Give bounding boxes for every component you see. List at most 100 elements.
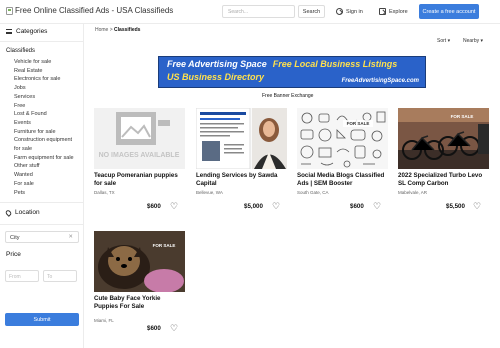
- categories-heading: Categories: [16, 28, 48, 35]
- category-item[interactable]: for sale: [14, 145, 74, 154]
- nearby-label: Nearby: [463, 38, 480, 44]
- explore-label: Explore: [389, 8, 408, 15]
- chevron-down-icon: ▾: [480, 38, 484, 44]
- category-item[interactable]: Furniture for sale: [14, 128, 74, 137]
- signin-label: Sign in: [346, 8, 363, 15]
- price-heading: Price: [6, 251, 21, 258]
- category-item[interactable]: Real Estate: [14, 67, 74, 76]
- signin-icon: [336, 8, 343, 15]
- category-item[interactable]: Electronics for sale: [14, 75, 74, 84]
- submit-button[interactable]: Submit: [5, 313, 79, 326]
- site-logo[interactable]: Free Online Classified Ads - USA Classif…: [6, 6, 173, 15]
- listing-image[interactable]: FOR SALE: [398, 108, 489, 169]
- heart-icon[interactable]: ♡: [373, 202, 381, 211]
- listing-location: Miami, FL: [94, 318, 114, 323]
- category-item[interactable]: Services: [14, 93, 74, 102]
- social-media-doodle-image: FOR SALE: [300, 111, 386, 168]
- listing-image[interactable]: FOR SALE: [297, 108, 388, 169]
- categories-toggle[interactable]: Categories: [6, 28, 47, 35]
- banner-caption[interactable]: Free Banner Exchange: [262, 93, 313, 99]
- sort-label: Sort: [437, 38, 447, 44]
- breadcrumb: Home > Classifieds: [95, 27, 140, 33]
- heart-icon[interactable]: ♡: [272, 202, 280, 211]
- nearby-dropdown[interactable]: Nearby ▾: [463, 38, 483, 44]
- sidebar-divider: [0, 202, 84, 203]
- banner-line-1a: Free Advertising Space: [167, 59, 267, 69]
- sidebar: Categories Classifieds Vehicle for sale …: [0, 24, 84, 348]
- city-value: City: [10, 234, 20, 241]
- chevron-down-icon: ▾: [447, 38, 451, 44]
- sidebar-divider: [0, 224, 84, 225]
- heart-icon[interactable]: ♡: [170, 324, 178, 333]
- classifieds-category[interactable]: Classifieds: [6, 48, 35, 54]
- signin-link[interactable]: Sign in: [336, 5, 363, 18]
- listing-price: $600: [147, 203, 161, 210]
- sort-dropdown[interactable]: Sort ▾: [437, 38, 450, 44]
- listing-title[interactable]: Teacup Pomeranian puppies for sale: [94, 172, 186, 187]
- category-item[interactable]: Construction equipment: [14, 136, 74, 145]
- location-heading: Location: [15, 209, 40, 216]
- heart-icon[interactable]: ♡: [473, 202, 481, 211]
- broken-image-icon: [6, 6, 13, 15]
- category-item[interactable]: Other stuff: [14, 162, 74, 171]
- heart-icon[interactable]: ♡: [170, 202, 178, 211]
- forsale-tag: FOR SALE: [451, 114, 474, 119]
- sidebar-divider: [0, 41, 84, 42]
- no-image-placeholder: NO IMAGES AVAILABLE: [99, 112, 180, 159]
- category-item[interactable]: Jobs: [14, 84, 74, 93]
- listing-location: Mabelvale, AR: [398, 190, 428, 195]
- listing-title[interactable]: 2022 Specialized Turbo Levo SL Comp Carb…: [398, 172, 490, 187]
- listing-price: $5,000: [244, 203, 263, 210]
- forsale-tag: FOR SALE: [153, 243, 176, 248]
- listing-image[interactable]: [196, 108, 287, 169]
- category-list: Vehicle for sale Real Estate Electronics…: [14, 58, 74, 197]
- listing-card[interactable]: FOR SALE Social Media Blogs Classified A…: [297, 108, 388, 212]
- location-toggle[interactable]: Location: [4, 208, 40, 217]
- listing-price: $600: [147, 325, 161, 332]
- logo-alt-text: Free Online Classified Ads - USA Classif…: [15, 6, 174, 15]
- city-input[interactable]: City ✕: [5, 231, 79, 243]
- listing-title[interactable]: Cute Baby Face Yorkie Puppies For Sale: [94, 295, 186, 310]
- banner-url: FreeAdvertisingSpace.com: [341, 78, 419, 84]
- forsale-tag: FOR SALE: [347, 121, 370, 126]
- search-button[interactable]: Search: [298, 5, 325, 18]
- bike-shop-image: FOR SALE: [398, 108, 489, 169]
- listing-location: South Gate, CA: [297, 190, 329, 195]
- listing-image[interactable]: FOR SALE: [94, 231, 185, 292]
- price-to-input[interactable]: To: [43, 270, 77, 282]
- category-item[interactable]: Pets: [14, 189, 74, 198]
- category-item[interactable]: Vehicle for sale: [14, 58, 74, 67]
- hamburger-icon: [6, 29, 12, 34]
- listing-location: Bellevue, WA: [196, 190, 223, 195]
- location-pin-icon: [4, 208, 13, 217]
- breadcrumb-home[interactable]: Home: [95, 27, 108, 33]
- lending-flyer-image: [196, 108, 287, 169]
- listing-title[interactable]: Lending Services by Sawda Capital: [196, 172, 288, 187]
- search-input[interactable]: Search...: [222, 5, 295, 18]
- category-item[interactable]: Lost & Found: [14, 110, 74, 119]
- listing-card[interactable]: Lending Services by Sawda Capital Bellev…: [196, 108, 287, 212]
- advertising-banner[interactable]: Free Advertising Space Free Local Busine…: [158, 56, 426, 88]
- clear-icon[interactable]: ✕: [68, 234, 73, 240]
- category-item[interactable]: Wanted: [14, 171, 74, 180]
- category-item[interactable]: Events: [14, 119, 74, 128]
- explore-icon: [379, 8, 386, 15]
- category-item[interactable]: Farm equipment for sale: [14, 154, 74, 163]
- listing-location: Dallas, TX: [94, 190, 115, 195]
- yorkie-puppy-image: FOR SALE: [94, 231, 185, 292]
- listing-title[interactable]: Social Media Blogs Classified Ads | SEM …: [297, 172, 389, 187]
- no-image-text: NO IMAGES AVAILABLE: [99, 152, 180, 159]
- category-item[interactable]: Free: [14, 102, 74, 111]
- listing-price: $600: [350, 203, 364, 210]
- explore-link[interactable]: Explore: [379, 5, 408, 18]
- listing-image[interactable]: NO IMAGES AVAILABLE: [94, 108, 185, 169]
- price-from-input[interactable]: From: [5, 270, 39, 282]
- category-item[interactable]: For sale: [14, 180, 74, 189]
- site-header: Free Online Classified Ads - USA Classif…: [0, 0, 500, 24]
- create-account-button[interactable]: Create a free account: [419, 4, 479, 19]
- banner-headline: Free Advertising Space Free Local Busine…: [159, 59, 425, 69]
- listing-card[interactable]: NO IMAGES AVAILABLE Teacup Pomeranian pu…: [94, 108, 185, 212]
- listing-card[interactable]: FOR SALE Cute Baby Face Yorkie Puppies F…: [94, 231, 185, 341]
- listing-price: $5,500: [446, 203, 465, 210]
- listing-card[interactable]: FOR SALE 2022 Specialized Turbo Levo SL …: [398, 108, 489, 212]
